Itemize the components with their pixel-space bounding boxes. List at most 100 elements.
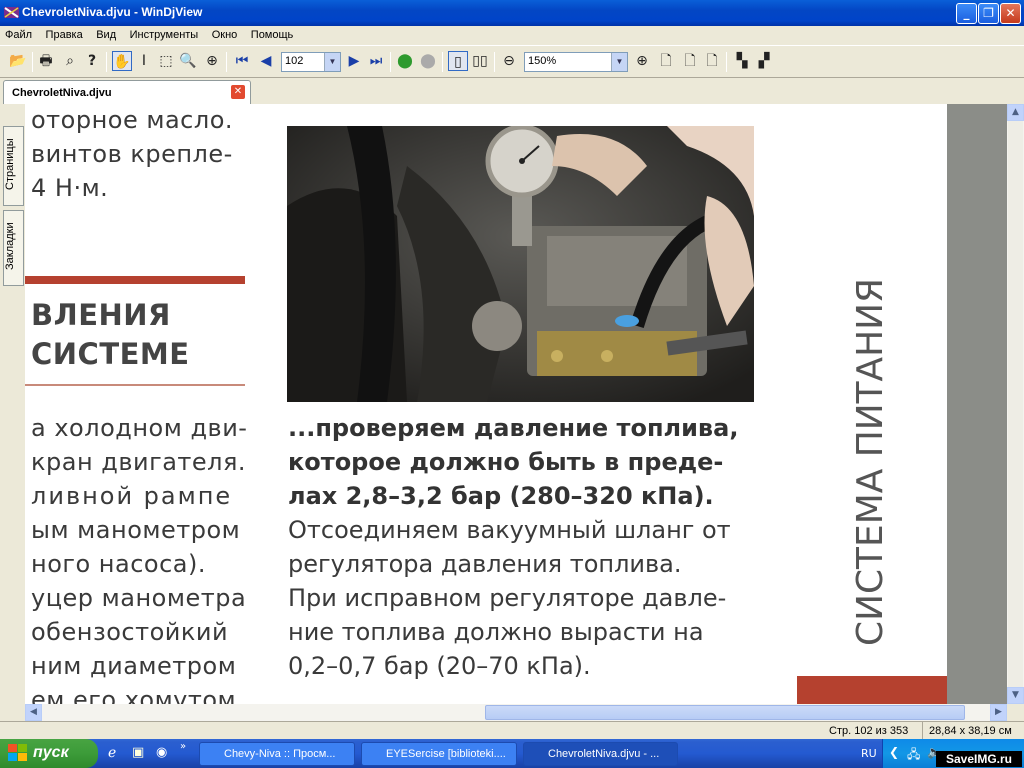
scroll-down-icon[interactable]: ▼ bbox=[1007, 687, 1024, 704]
layer-mode-icon[interactable]: ▞ bbox=[754, 51, 774, 71]
quicklaunch-folder-icon[interactable]: ▣ bbox=[132, 745, 144, 760]
tab-bookmarks[interactable]: Закладки bbox=[3, 210, 24, 286]
caption-text-line: При исправном регуляторе давле- bbox=[288, 584, 727, 612]
menu-window[interactable]: Окно bbox=[207, 26, 243, 41]
caption-text-line: Отсоединяем вакуумный шланг от bbox=[288, 516, 731, 544]
taskbar-item-label: EYESercise [biblioteki.... bbox=[386, 748, 506, 760]
help-icon[interactable]: ? bbox=[82, 51, 102, 71]
menu-tools[interactable]: Инструменты bbox=[125, 26, 204, 41]
page-text-line: ем его хомутом. bbox=[31, 686, 245, 704]
fit-width-icon[interactable]: 🗋 bbox=[680, 51, 700, 71]
section-rule bbox=[25, 384, 245, 386]
tray-network-icon[interactable]: 🖧 bbox=[907, 745, 920, 766]
zoom-in-icon[interactable]: ⊕ bbox=[632, 51, 652, 71]
menu-file[interactable]: Файл bbox=[0, 26, 37, 41]
find-icon[interactable]: ⌕ bbox=[60, 51, 80, 71]
fit-page-icon[interactable]: 🗋 bbox=[656, 51, 676, 71]
language-indicator[interactable]: RU bbox=[861, 747, 877, 760]
taskbar-item-label: Chevy-Niva :: Просм... bbox=[224, 748, 336, 760]
menu-edit[interactable]: Правка bbox=[41, 26, 88, 41]
page-text-line: 4 Н·м. bbox=[31, 174, 109, 202]
chevron-down-icon[interactable]: ▼ bbox=[324, 53, 340, 71]
taskbar-item-opera[interactable]: Chevy-Niva :: Просм... bbox=[199, 742, 355, 766]
page-text-line: ым манометром bbox=[31, 516, 241, 544]
quicklaunch-media-icon[interactable]: ◉ bbox=[156, 745, 167, 760]
menu-help[interactable]: Помощь bbox=[246, 26, 299, 41]
tab-document[interactable]: ChevroletNiva.djvu ✕ bbox=[3, 80, 251, 104]
page-text-line: обензостойкий bbox=[31, 618, 229, 646]
toolbar-separator bbox=[390, 52, 391, 72]
quicklaunch-more-icon[interactable]: » bbox=[180, 741, 186, 752]
vertical-section-title: СИСТЕМА ПИТАНИЯ bbox=[830, 274, 900, 654]
tab-bar: ChevroletNiva.djvu ✕ bbox=[0, 78, 1024, 104]
zoom-rect-icon[interactable]: ⊕ bbox=[202, 51, 222, 71]
status-separator bbox=[922, 722, 923, 739]
forward-icon[interactable]: ⬤ bbox=[418, 51, 438, 71]
minimize-button[interactable]: _ bbox=[956, 3, 977, 24]
single-page-icon[interactable]: ▯ bbox=[448, 51, 468, 71]
display-mode-icon[interactable]: ▚ bbox=[732, 51, 752, 71]
side-panel-tabs: Страницы Закладки bbox=[0, 104, 25, 720]
scroll-left-icon[interactable]: ◀ bbox=[25, 704, 42, 721]
back-icon[interactable]: ⬤ bbox=[395, 51, 415, 71]
zoom-out-icon[interactable]: ⊖ bbox=[499, 51, 519, 71]
page-text-line: ливной рампе bbox=[31, 482, 233, 510]
scroll-thumb[interactable] bbox=[485, 705, 965, 720]
caption-text-line: регулятора давления топлива. bbox=[288, 550, 682, 578]
horizontal-scrollbar[interactable]: ◀ ▶ bbox=[25, 704, 1007, 721]
tray-arrow-icon[interactable]: ❮ bbox=[889, 745, 899, 759]
rect-select-icon[interactable]: ⬚ bbox=[156, 51, 176, 71]
scroll-up-icon[interactable]: ▲ bbox=[1007, 104, 1024, 121]
quicklaunch-ie-icon[interactable]: ℯ bbox=[108, 745, 116, 761]
toolbar-separator bbox=[726, 52, 727, 72]
taskbar-item-windjview[interactable]: ChevroletNiva.djvu - ... bbox=[523, 742, 678, 766]
menu-view[interactable]: Вид bbox=[91, 26, 121, 41]
accent-block bbox=[797, 676, 947, 704]
taskbar-item-label: ChevroletNiva.djvu - ... bbox=[548, 748, 660, 760]
caption-bold-line: ...проверяем давление топлива, bbox=[288, 414, 739, 442]
page-text-line: ним диаметром bbox=[31, 652, 237, 680]
next-page-icon[interactable]: ▶ bbox=[344, 51, 364, 71]
vertical-title-svg: СИСТЕМА ПИТАНИЯ bbox=[850, 278, 891, 646]
document-viewport[interactable]: оторное масло. винтов крепле- 4 Н·м. ВЛЕ… bbox=[25, 104, 1007, 704]
close-tab-icon[interactable]: ✕ bbox=[231, 85, 245, 99]
first-page-icon[interactable]: ⏮ bbox=[232, 51, 252, 71]
section-heading: ВЛЕНИЯ bbox=[31, 298, 171, 332]
page-info: Стр. 102 из 353 bbox=[829, 725, 909, 737]
page-size: 28,84 x 38,19 см bbox=[929, 725, 1012, 737]
open-icon[interactable]: 📂 bbox=[8, 51, 28, 71]
watermark: SaveIMG.ru bbox=[936, 751, 1022, 767]
zoom-combo[interactable]: 150% ▼ bbox=[524, 52, 628, 72]
page-text-line: ного насоса). bbox=[31, 550, 206, 578]
close-button[interactable]: ✕ bbox=[1000, 3, 1021, 24]
status-bar: Стр. 102 из 353 28,84 x 38,19 см bbox=[0, 721, 1024, 739]
actual-size-icon[interactable]: 🗋 bbox=[702, 51, 722, 71]
taskbar-item-folder[interactable]: EYESercise [biblioteki.... bbox=[361, 742, 517, 766]
scroll-track[interactable] bbox=[1008, 121, 1023, 687]
document-page: оторное масло. винтов крепле- 4 Н·м. ВЛЕ… bbox=[25, 104, 947, 704]
two-page-icon[interactable]: ▯▯ bbox=[470, 51, 490, 71]
prev-page-icon[interactable]: ◀ bbox=[256, 51, 276, 71]
page-number-combo[interactable]: 102 ▼ bbox=[281, 52, 341, 72]
zoom-tool-icon[interactable]: 🔍 bbox=[178, 51, 198, 71]
text-select-icon[interactable]: I bbox=[134, 51, 154, 71]
toolbar-separator bbox=[226, 52, 227, 72]
toolbar-separator bbox=[32, 52, 33, 72]
last-page-icon[interactable]: ⏭ bbox=[366, 51, 386, 71]
start-button[interactable]: пуск bbox=[0, 739, 98, 768]
toolbar-separator bbox=[442, 52, 443, 72]
caption-text-line: 0,2–0,7 бар (20–70 кПа). bbox=[288, 652, 591, 680]
window-title: ChevroletNiva.djvu - WinDjView bbox=[22, 5, 203, 19]
print-icon[interactable]: 🖶 bbox=[36, 51, 56, 71]
tab-pages[interactable]: Страницы bbox=[3, 126, 24, 206]
start-label: пуск bbox=[33, 744, 69, 761]
maximize-button[interactable]: ❐ bbox=[978, 3, 999, 24]
chevron-down-icon[interactable]: ▼ bbox=[611, 53, 627, 71]
hand-tool-icon[interactable]: ✋ bbox=[112, 51, 132, 71]
vertical-scrollbar[interactable]: ▲ ▼ bbox=[1007, 104, 1024, 704]
tab-label: ChevroletNiva.djvu bbox=[12, 87, 112, 99]
scroll-right-icon[interactable]: ▶ bbox=[990, 704, 1007, 721]
engine-photo-graphic bbox=[287, 126, 754, 402]
taskbar: пуск ℯ ▣ ◉ » Chevy-Niva :: Просм... EYES… bbox=[0, 739, 1024, 768]
page-text-line: винтов крепле- bbox=[31, 140, 233, 168]
